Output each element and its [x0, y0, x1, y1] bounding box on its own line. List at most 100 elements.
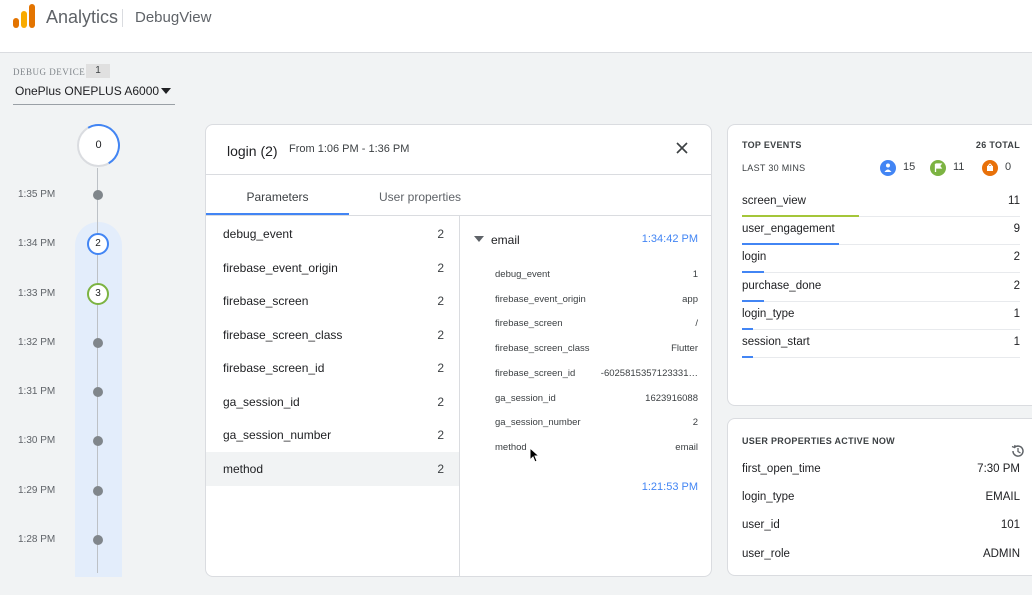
parameter-row[interactable]: debug_event 2 [206, 217, 459, 251]
parameter-name: method [223, 461, 264, 476]
detail-param-key: method [495, 441, 527, 453]
top-event-name: screen_view [742, 195, 806, 207]
debug-device-label: DEBUG DEVICE [13, 67, 86, 77]
dropdown-caret-icon [161, 88, 171, 94]
top-events-title: TOP EVENTS [742, 140, 802, 150]
timeline-minute-dot[interactable] [93, 338, 103, 348]
counter-progress-arc [72, 119, 125, 172]
detail-value-header[interactable]: email 1:34:42 PM [460, 216, 711, 247]
timeline-minute-dot[interactable] [93, 436, 103, 446]
user-properties-card: USER PROPERTIES ACTIVE NOW first_open_ti… [727, 418, 1032, 576]
detail-param-row: ga_session_number 2 [460, 417, 711, 437]
event-time-range: From 1:06 PM - 1:36 PM [289, 143, 410, 155]
parameter-count: 2 [437, 260, 444, 275]
app-title[interactable]: Analytics [46, 7, 118, 28]
tab-parameters[interactable]: Parameters [206, 175, 349, 215]
top-event-bar [742, 356, 754, 358]
parameter-count: 2 [437, 361, 444, 375]
timeline-minute-dot[interactable] [93, 190, 103, 200]
top-event-row[interactable]: user_engagement 9 [742, 217, 1020, 246]
detail-value-name: email [491, 233, 520, 247]
timeline-axis [97, 168, 98, 573]
detail-param-key: ga_session_id [495, 392, 556, 404]
user-property-row: first_open_time 7:30 PM [742, 463, 1020, 485]
user-property-key: user_role [742, 547, 790, 560]
user-property-key: login_type [742, 491, 795, 504]
debug-device-selected: OnePlus ONEPLUS A6000 [15, 84, 160, 98]
top-events-total: 26 TOTAL [975, 140, 1020, 150]
detail-param-row: firebase_screen_class Flutter [460, 343, 711, 363]
top-event-count: 2 [1013, 279, 1020, 292]
top-event-row[interactable]: purchase_done 2 [742, 274, 1020, 302]
detail-param-value: 1 [692, 269, 698, 280]
parameter-count: 2 [437, 294, 444, 308]
detail-param-row: firebase_screen_id -6025815357123331… [460, 367, 711, 388]
flag-icon [930, 160, 946, 176]
detail-param-value: 1623916088 [645, 392, 698, 404]
detail-param-key: debug_event [495, 269, 550, 280]
detail-param-key: ga_session_number [495, 417, 581, 429]
top-event-count: 9 [1013, 223, 1020, 236]
timeline-seconds-counter[interactable]: 0 [72, 119, 125, 172]
parameter-row[interactable]: method 2 [206, 451, 459, 486]
detail-param-value: 2 [692, 417, 698, 429]
top-event-name: login [742, 251, 767, 264]
parameter-row[interactable]: firebase_event_origin 2 [206, 251, 459, 285]
detail-param-key: firebase_screen [495, 318, 563, 330]
close-icon[interactable] [672, 138, 692, 158]
conversions-count: 11 [953, 161, 965, 173]
event-title: login (2) [227, 143, 278, 159]
detail-param-value: -6025815357123331… [600, 367, 698, 379]
user-property-key: user_id [742, 519, 780, 532]
debug-device-dropdown[interactable]: OnePlus ONEPLUS A6000 [13, 80, 175, 105]
parameter-row[interactable]: firebase_screen_id 2 [206, 351, 459, 385]
user-property-value: 101 [1000, 519, 1020, 532]
tab-user-properties[interactable]: User properties [349, 175, 491, 215]
parameter-row[interactable]: firebase_screen 2 [206, 284, 459, 318]
top-event-count: 1 [1013, 336, 1020, 348]
parameter-name: firebase_screen_class [223, 327, 343, 342]
header-divider [122, 9, 123, 27]
top-event-row[interactable]: login 2 [742, 245, 1020, 274]
detail-param-value: email [675, 441, 698, 453]
timeline-time-label: 1:30 PM [18, 435, 56, 446]
parameter-row[interactable]: ga_session_number 2 [206, 418, 459, 452]
detail-param-key: firebase_event_origin [495, 293, 586, 305]
timeline-minute-dot[interactable] [93, 535, 103, 545]
user-property-row: user_id 101 [742, 519, 1020, 541]
person-icon [880, 160, 896, 176]
top-event-count: 2 [1013, 251, 1020, 264]
user-property-row: user_role ADMIN [742, 548, 1020, 570]
detail-param-row: firebase_screen / [460, 318, 711, 338]
users-count: 15 [903, 161, 916, 173]
timeline-event-bubble[interactable]: 2 [87, 233, 109, 255]
timeline-time-label: 1:31 PM [18, 386, 56, 397]
parameter-row[interactable]: ga_session_id 2 [206, 385, 459, 419]
history-icon[interactable] [1010, 443, 1026, 459]
analytics-logo-icon[interactable] [13, 4, 35, 28]
parameter-row[interactable]: firebase_screen_class 2 [206, 318, 459, 352]
parameter-name: ga_session_number [223, 428, 332, 442]
timeline-minute-dot[interactable] [93, 486, 103, 496]
top-event-name: purchase_done [742, 279, 822, 292]
user-property-value: 7:30 PM [977, 463, 1020, 475]
top-event-count: 1 [1013, 307, 1020, 320]
parameter-detail: email 1:34:42 PM debug_event 1 firebase_ev… [460, 216, 711, 576]
top-event-count: 11 [1008, 195, 1020, 207]
detail-param-row: firebase_event_origin app [460, 293, 711, 314]
next-occurrence-time[interactable]: 1:21:53 PM [642, 481, 698, 493]
user-properties-title: USER PROPERTIES ACTIVE NOW [742, 436, 895, 446]
top-event-row[interactable]: screen_view 11 [742, 189, 1020, 217]
top-event-row[interactable]: login_type 1 [742, 302, 1020, 330]
detail-value-time[interactable]: 1:34:42 PM [642, 233, 698, 245]
top-event-name: login_type [742, 307, 795, 320]
timeline-time-label: 1:33 PM [18, 288, 56, 299]
detail-param-key: firebase_screen_class [495, 343, 590, 355]
user-property-value: ADMIN [982, 547, 1020, 560]
parameter-count: 2 [437, 461, 444, 476]
top-events-card: TOP EVENTS 26 TOTAL LAST 30 MINS 15 11 0… [727, 124, 1032, 406]
timeline-event-bubble[interactable]: 3 [87, 283, 109, 305]
top-event-row[interactable]: session_start 1 [742, 330, 1020, 358]
error-icon [982, 160, 998, 176]
timeline-minute-dot[interactable] [93, 387, 103, 397]
